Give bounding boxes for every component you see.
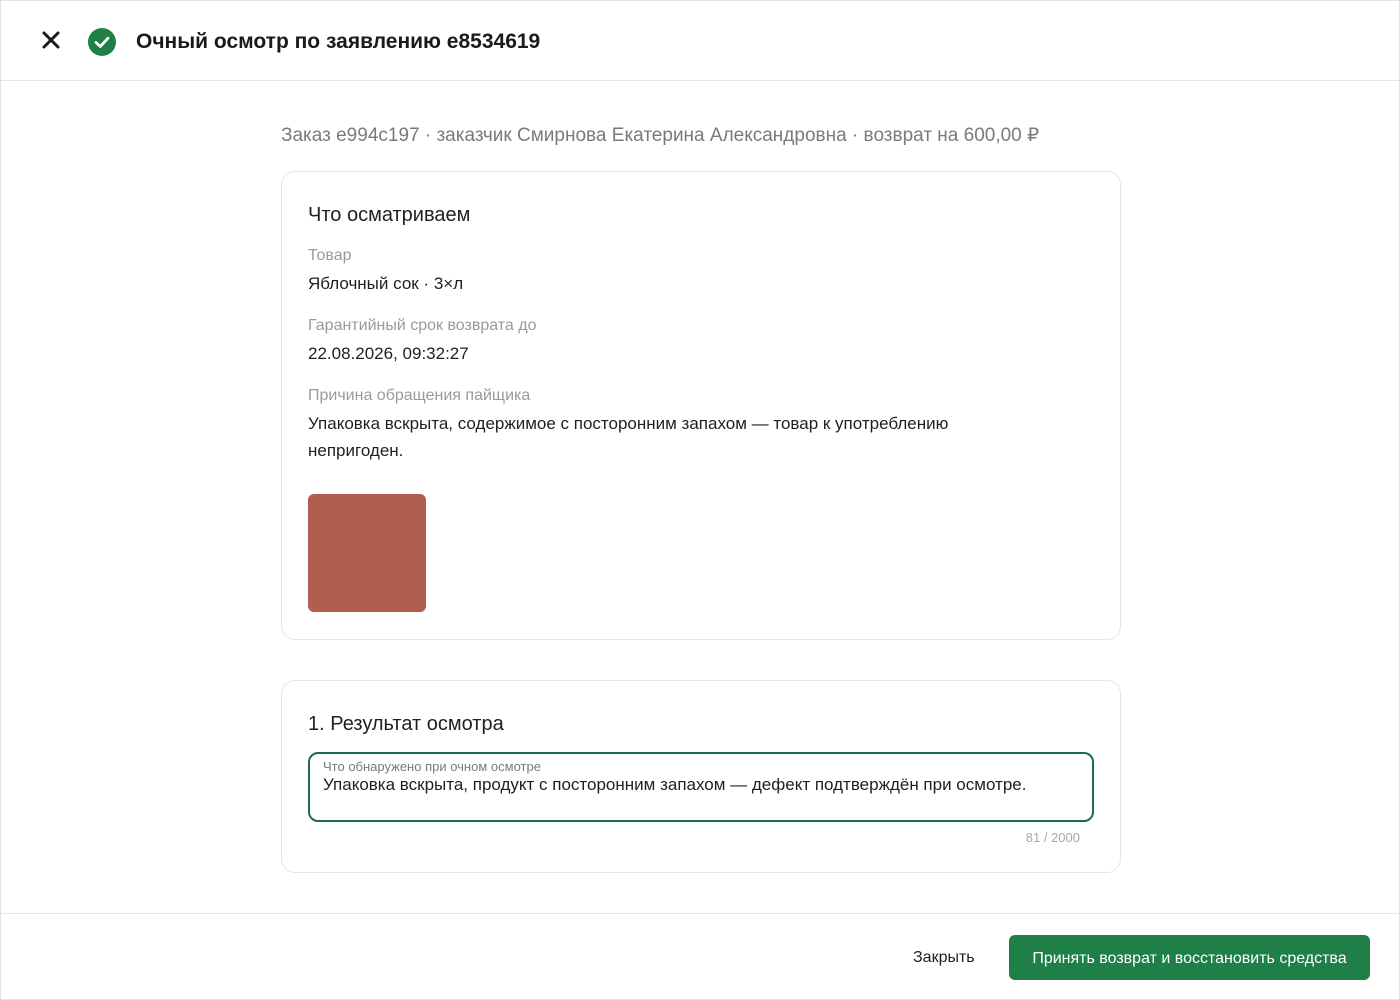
reason-value: Упаковка вскрыта, содержимое с посторонн…: [308, 414, 949, 460]
dialog-header: Очный осмотр по заявлению e8534619: [1, 1, 1399, 81]
evidence-photo-thumbnail[interactable]: [308, 494, 426, 612]
dialog-footer: Закрыть Принять возврат и восстановить с…: [1, 913, 1399, 999]
inspection-result-textarea[interactable]: Что обнаружено при очном осмотре Упаковк…: [308, 752, 1094, 822]
inspection-subject-card: Что осматриваем Товар Яблочный сок · 3×л…: [281, 171, 1121, 640]
page-title: Очный осмотр по заявлению e8534619: [136, 30, 541, 53]
product-value: Яблочный сок · 3×л: [308, 274, 464, 293]
warranty-value: 22.08.2026, 09:32:27: [308, 344, 469, 363]
close-icon[interactable]: [37, 26, 65, 54]
section-title: Что осматриваем: [308, 204, 471, 226]
section-title: 1. Результат осмотра: [308, 713, 504, 735]
close-button[interactable]: Закрыть: [901, 936, 987, 980]
accept-return-button[interactable]: Принять возврат и восстановить средства: [1009, 935, 1370, 980]
character-counter: 81 / 2000: [1025, 830, 1080, 845]
warranty-label: Гарантийный срок возврата до: [308, 317, 537, 334]
check-circle-icon: [88, 28, 116, 56]
order-summary: Заказ e994c197 · заказчик Смирнова Екате…: [281, 125, 1040, 146]
textarea-value: Упаковка вскрыта, продукт с посторонним …: [323, 775, 1027, 794]
inspection-result-card: 1. Результат осмотра Что обнаружено при …: [281, 680, 1121, 873]
textarea-label: Что обнаружено при очном осмотре: [323, 759, 541, 774]
reason-label: Причина обращения пайщика: [308, 387, 531, 404]
product-label: Товар: [308, 247, 352, 264]
